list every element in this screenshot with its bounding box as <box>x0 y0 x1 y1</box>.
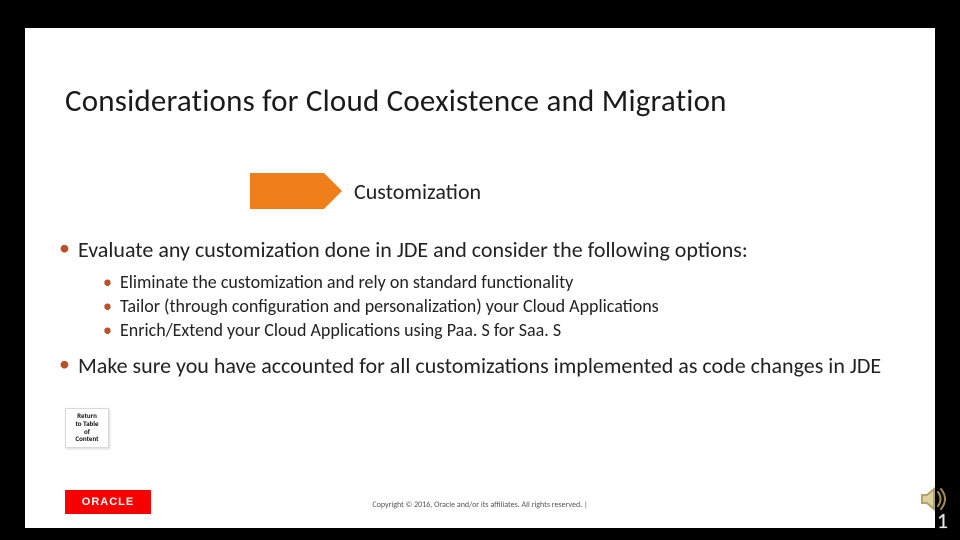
bullet-text: Enrich/Extend your Cloud Applications us… <box>120 318 561 342</box>
bullet-dot-icon: • <box>59 352 70 380</box>
arrow-icon <box>250 173 324 209</box>
slide-panel: Considerations for Cloud Coexistence and… <box>25 28 935 528</box>
footer: ORACLE Copyright © 2016, Oracle and/or i… <box>25 478 935 528</box>
bullet-text: Eliminate the customization and rely on … <box>120 270 573 294</box>
bullet-level1: • Evaluate any customization done in JDE… <box>59 236 901 264</box>
slide-stage: Considerations for Cloud Coexistence and… <box>0 0 960 540</box>
bullet-dot-icon: • <box>59 236 70 264</box>
bullet-dot-icon: • <box>103 294 112 318</box>
copyright-text: Copyright © 2016, Oracle and/or its affi… <box>25 500 935 510</box>
bullet-level1: • Make sure you have accounted for all c… <box>59 352 901 380</box>
slide-body: • Evaluate any customization done in JDE… <box>59 236 901 386</box>
section-badge: Customization <box>250 173 499 209</box>
page-number: 1 <box>937 507 948 534</box>
sub-bullets: • Eliminate the customization and rely o… <box>103 270 901 343</box>
bullet-text: Tailor (through configuration and person… <box>120 294 659 318</box>
bullet-text: Evaluate any customization done in JDE a… <box>78 236 748 264</box>
bullet-dot-icon: • <box>103 318 112 342</box>
bullet-level2: • Enrich/Extend your Cloud Applications … <box>103 318 901 342</box>
badge-label: Customization <box>342 178 499 205</box>
arrow-head-icon <box>324 173 342 209</box>
return-line: Content <box>68 435 106 443</box>
bullet-level2: • Eliminate the customization and rely o… <box>103 270 901 294</box>
slide-title: Considerations for Cloud Coexistence and… <box>65 82 895 120</box>
bullet-text: Make sure you have accounted for all cus… <box>78 352 881 380</box>
bullet-dot-icon: • <box>103 270 112 294</box>
return-to-toc-button[interactable]: Return to Table of Content <box>65 408 109 448</box>
bullet-level2: • Tailor (through configuration and pers… <box>103 294 901 318</box>
